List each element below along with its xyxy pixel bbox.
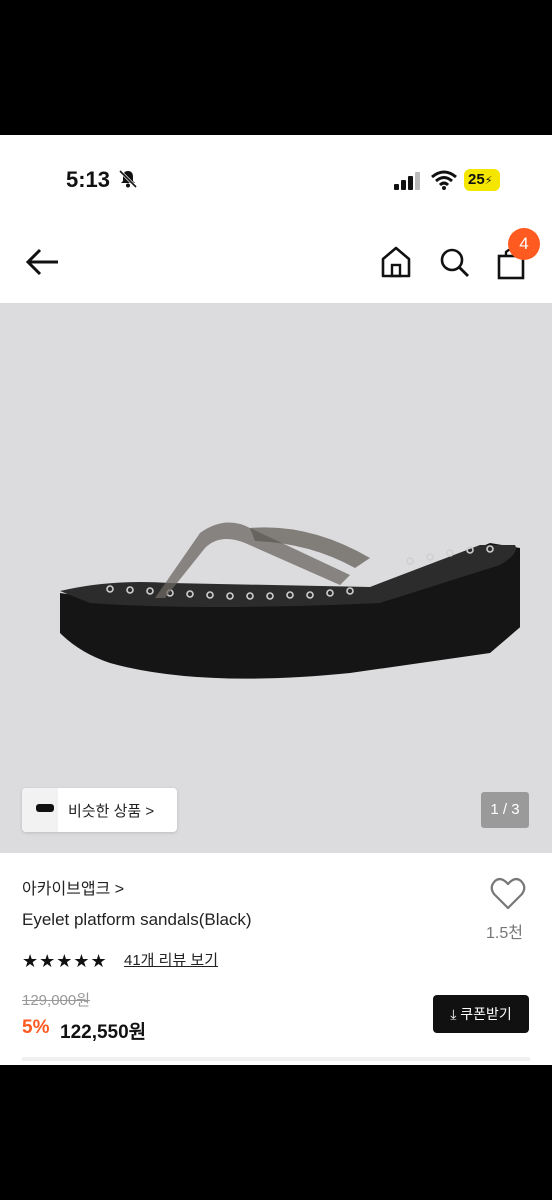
top-nav: [0, 225, 552, 303]
similar-product-thumbnail: [22, 788, 58, 832]
similar-products-button[interactable]: 비슷한 상품 >: [22, 788, 177, 832]
battery-icon: 25⚡: [464, 169, 500, 191]
original-price: 129,000원: [22, 992, 91, 1009]
coupon-button-label: 쿠폰받기: [460, 1006, 512, 1022]
signal-icon: [394, 172, 420, 190]
rating-stars: ★★★★★: [22, 951, 108, 971]
status-time: 5:13: [66, 167, 111, 192]
product-info: 아카이브앱크 > Eyelet platform sandals(Black) …: [0, 853, 552, 1065]
cart-count-badge: 4: [508, 228, 540, 260]
brand-link[interactable]: 아카이브앱크 >: [22, 875, 124, 899]
product-sandal-image: [60, 522, 520, 679]
reviews-link[interactable]: 41개 리뷰 보기: [124, 949, 218, 970]
status-bar: 5:13 25⚡: [0, 135, 552, 225]
coupon-button[interactable]: ⤓ 쿠폰받기: [433, 995, 529, 1033]
charging-bolt-icon: ⚡: [484, 175, 493, 187]
sale-price: 122,550원: [60, 1022, 147, 1043]
wifi-icon: [431, 170, 457, 190]
product-name: Eyelet platform sandals(Black): [22, 910, 252, 929]
screen: 5:13 25⚡ 4 비슷한 상품 > 1 / 3 아카이브앱크 > Eyele…: [0, 135, 552, 1065]
battery-level: 25: [468, 171, 485, 188]
similar-products-label: 비슷한 상품 >: [68, 803, 155, 820]
download-icon: ⤓: [450, 1006, 457, 1022]
bell-slash-icon: [118, 169, 138, 189]
search-icon[interactable]: [438, 245, 470, 279]
divider: [22, 1057, 530, 1061]
back-arrow-icon[interactable]: [24, 245, 62, 279]
like-count: 1.5천: [486, 925, 523, 942]
image-pager: 1 / 3: [481, 792, 529, 828]
product-image-carousel[interactable]: 비슷한 상품 > 1 / 3: [0, 303, 552, 853]
heart-icon[interactable]: [490, 877, 526, 911]
home-icon[interactable]: [380, 245, 412, 279]
discount-rate: 5%: [22, 1017, 50, 1038]
